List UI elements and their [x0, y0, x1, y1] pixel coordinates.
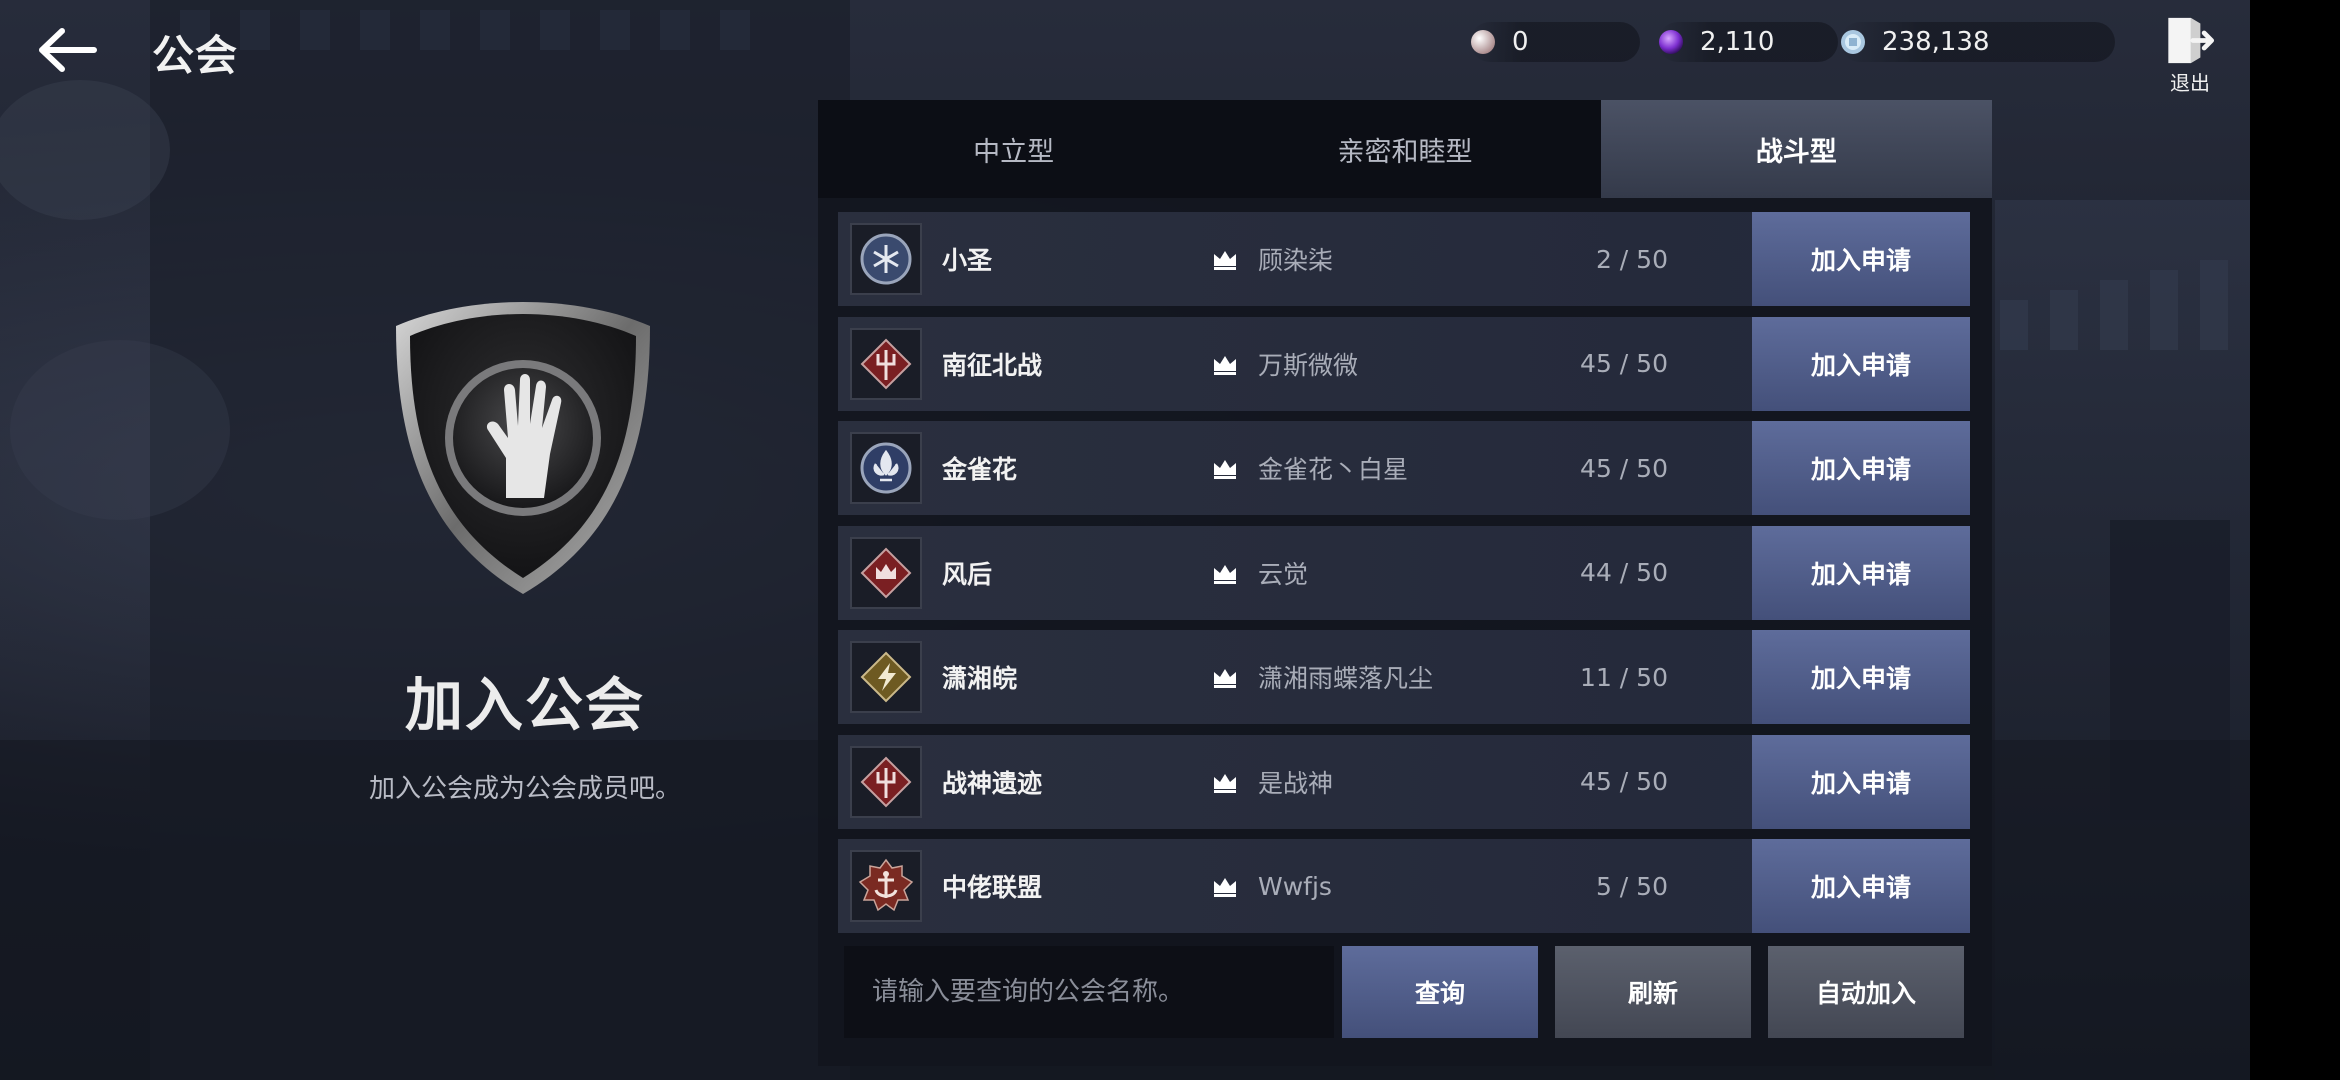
crown-icon	[1214, 564, 1236, 584]
screen-edge-bar	[2250, 0, 2340, 1080]
guild-row: 战神遗迹 是战神 45 / 50 加入申请	[838, 734, 1970, 829]
apply-button[interactable]: 加入申请	[1752, 839, 1970, 933]
join-guild-subtitle: 加入公会成为公会成员吧。	[368, 774, 681, 804]
crown-icon	[1214, 251, 1236, 270]
back-button[interactable]	[30, 20, 106, 80]
guild-row: 南征北战 万斯微微 45 / 50 加入申请	[838, 316, 1970, 411]
guild-name: 潇湘皖	[942, 664, 1018, 693]
guild-name: 风后	[942, 559, 993, 589]
guild-row: 中佬联盟 Wwfjs 5 / 50 加入申请	[838, 839, 1970, 933]
guild-leader: Wwfjs	[1258, 871, 1332, 901]
join-guild-title: 加入公会	[404, 671, 645, 739]
guild-member-count: 45 / 50	[1580, 453, 1668, 483]
guild-member-count: 5 / 50	[1595, 871, 1668, 901]
guild-name: 金雀花	[942, 455, 1018, 484]
apply-button[interactable]: 加入申请	[1752, 525, 1970, 620]
exit-label: 退出	[2170, 71, 2210, 95]
apply-button[interactable]: 加入申请	[1752, 630, 1970, 724]
crystal-coin-icon	[1841, 30, 1865, 54]
currency-purple-gem: 2,110	[1658, 22, 1838, 62]
crown-icon	[1214, 460, 1236, 479]
trident-emblem-icon	[850, 327, 922, 400]
game-screen: 公会 0 2,110 238,138 退出 加入公会 加入公会成为公会成员吧。 …	[0, 0, 2250, 1080]
guild-member-count: 44 / 50	[1580, 558, 1668, 587]
guild-name: 战神遗迹	[942, 768, 1043, 798]
guild-shield-hand-icon	[396, 302, 650, 594]
guild-leader: 是战神	[1258, 768, 1334, 798]
pearl-icon	[1471, 30, 1495, 54]
apply-button[interactable]: 加入申请	[1752, 421, 1970, 515]
crown-icon	[1214, 669, 1236, 688]
guild-row: 风后 云觉 44 / 50 加入申请	[838, 525, 1970, 620]
currency-crystal: 238,138	[1840, 22, 2115, 62]
guild-type-tabs: 中立型 亲密和睦型 战斗型	[818, 100, 1992, 198]
guild-row: 潇湘皖 潇湘雨蝶落凡尘 11 / 50 加入申请	[838, 630, 1970, 724]
guild-member-count: 11 / 50	[1580, 662, 1668, 692]
pearl-count: 0	[1512, 27, 1529, 57]
guild-list: 小圣 顾染柒 2 / 50 加入申请 南征北战 万斯微微 45 / 50 加入申…	[838, 212, 1970, 944]
crown-icon	[1214, 773, 1236, 793]
crystal-count: 238,138	[1882, 27, 1990, 57]
guild-leader: 金雀花丶白星	[1258, 455, 1409, 484]
exit-button[interactable]: 退出	[2160, 16, 2220, 96]
guild-search-input[interactable]	[844, 946, 1334, 1038]
exit-door-icon	[2168, 17, 2215, 64]
apply-button[interactable]: 加入申请	[1752, 316, 1970, 411]
guild-name: 中佬联盟	[942, 873, 1043, 902]
anchor-emblem-icon	[850, 850, 922, 922]
crown-emblem-icon	[850, 536, 922, 609]
guild-leader: 顾染柒	[1258, 246, 1334, 275]
snowflake-emblem-icon	[850, 223, 922, 295]
tab-neutral[interactable]: 中立型	[818, 100, 1210, 198]
guild-name: 南征北战	[942, 350, 1043, 380]
refresh-button[interactable]: 刷新	[1555, 946, 1751, 1038]
crown-icon	[1214, 878, 1236, 897]
guild-member-count: 45 / 50	[1580, 349, 1668, 378]
guild-member-count: 2 / 50	[1595, 244, 1668, 274]
purple-gem-icon	[1659, 30, 1683, 54]
guild-leader: 云觉	[1258, 559, 1309, 589]
guild-name: 小圣	[942, 246, 993, 275]
guild-row: 小圣 顾染柒 2 / 50 加入申请	[838, 212, 1970, 306]
tab-friendly[interactable]: 亲密和睦型	[1209, 100, 1601, 198]
guild-leader: 潇湘雨蝶落凡尘	[1258, 664, 1434, 693]
guild-member-count: 45 / 50	[1580, 767, 1668, 796]
apply-button[interactable]: 加入申请	[1752, 734, 1970, 829]
trident-emblem-icon	[850, 745, 922, 818]
auto-join-button[interactable]: 自动加入	[1768, 946, 1964, 1038]
tab-combat[interactable]: 战斗型	[1600, 100, 1992, 198]
arrow-left-icon	[39, 28, 97, 72]
purple-gem-count: 2,110	[1700, 27, 1775, 57]
page-title: 公会	[152, 31, 239, 80]
query-button[interactable]: 查询	[1342, 946, 1538, 1038]
crown-icon	[1214, 355, 1236, 375]
currency-pearl: 0	[1470, 22, 1640, 62]
apply-button[interactable]: 加入申请	[1752, 212, 1970, 306]
guild-row: 金雀花 金雀花丶白星 45 / 50 加入申请	[838, 421, 1970, 515]
lightning-emblem-icon	[850, 641, 922, 713]
guild-leader: 万斯微微	[1258, 350, 1359, 380]
fleur-emblem-icon	[850, 432, 922, 504]
